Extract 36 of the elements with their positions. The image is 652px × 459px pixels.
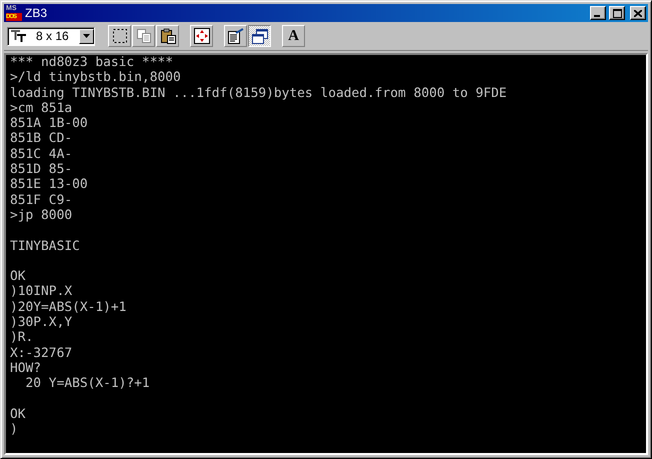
console-line: >/ld tinybstb.bin,8000 [10, 70, 181, 86]
properties-button[interactable] [224, 25, 247, 47]
maximize-icon [612, 8, 622, 18]
paste-button[interactable] [156, 25, 179, 47]
console-line: loading TINYBSTB.BIN ...1fdf(8159)bytes loaded.from 8000 to 9FDE [10, 86, 507, 101]
console-line: )20Y=ABS(X-1)+1 [10, 300, 126, 315]
console-line: OK [10, 406, 26, 422]
font-icon [11, 30, 27, 42]
window-title: ZB3 [25, 6, 48, 20]
console-line: )R. [10, 330, 34, 346]
console-line: OK [10, 269, 26, 284]
mark-button[interactable] [108, 25, 131, 47]
console-line: ) [10, 422, 18, 438]
maximize-button[interactable] [609, 6, 625, 20]
console-line: 20 Y=ABS(X-1)?+1 [24, 376, 150, 392]
close-icon [634, 10, 642, 16]
console-line: 851C 4A- [10, 146, 72, 162]
minimize-button[interactable] [590, 6, 606, 20]
fullscreen-button[interactable] [190, 25, 213, 47]
console-line: >cm 851a [10, 100, 72, 116]
console-line: )30P.X,Y [10, 315, 72, 330]
console-line: TINYBASIC [10, 238, 80, 254]
font-button[interactable]: A [282, 25, 305, 47]
font-size-dropdown[interactable]: 8 x 16 [7, 26, 95, 46]
console-line: >jp 8000 [10, 208, 72, 223]
copy-button[interactable] [132, 25, 155, 47]
console-line: *** nd80z3 basic **** [10, 55, 173, 70]
console-line: HOW? [10, 360, 42, 376]
console-line: X:-32767 [10, 346, 72, 361]
console-line: 851E 13-00 [10, 177, 88, 192]
close-button[interactable] [630, 6, 646, 20]
console-line: 851B CD- [10, 131, 72, 146]
console-line: )10INP.X [10, 284, 72, 300]
console-line: 851F C9- [10, 192, 72, 208]
console-line: 851D 85- [10, 162, 72, 178]
console-line: 851A 1B-00 [10, 116, 88, 132]
